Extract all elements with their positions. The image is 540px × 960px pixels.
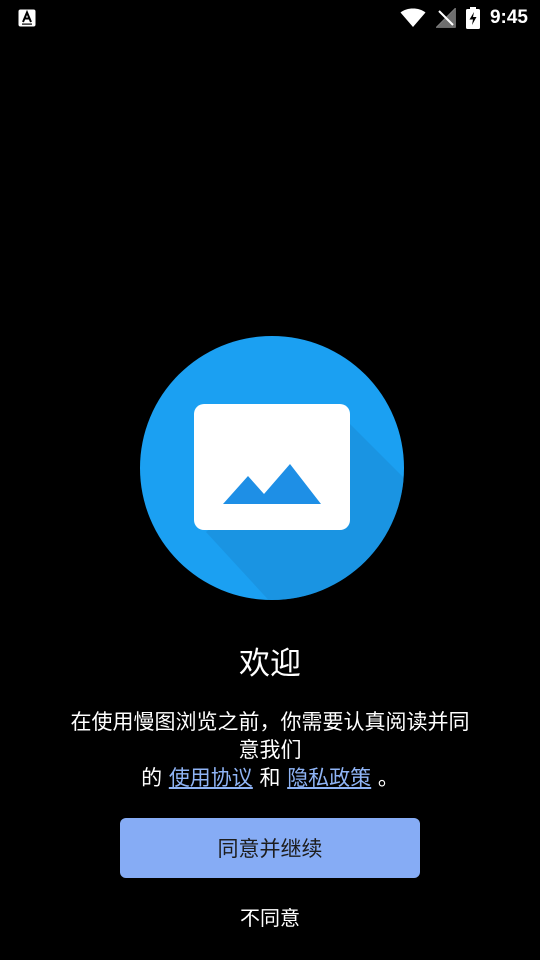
agree-continue-button[interactable]: 同意并继续 bbox=[120, 818, 420, 878]
status-time: 9:45 bbox=[489, 7, 528, 28]
disagree-button[interactable]: 不同意 bbox=[170, 896, 370, 936]
gallery-app-logo-icon bbox=[140, 336, 404, 600]
battery-charging-icon bbox=[465, 7, 480, 29]
welcome-title: 欢迎 bbox=[239, 646, 301, 682]
consent-suffix: 。 bbox=[377, 766, 399, 790]
wifi-icon bbox=[400, 8, 426, 28]
consent-message: 在使用慢图浏览之前，你需要认真阅读并同意我们 的 使用协议 和 隐私政策 。 bbox=[70, 708, 470, 792]
consent-message-text: 在使用慢图浏览之前，你需要认真阅读并同意我们 bbox=[70, 710, 470, 762]
agree-continue-label: 同意并继续 bbox=[217, 837, 323, 861]
status-bar: 9:45 bbox=[0, 0, 540, 36]
privacy-policy-link[interactable]: 隐私政策 bbox=[287, 766, 371, 790]
disagree-label: 不同意 bbox=[240, 905, 300, 930]
terms-of-use-link[interactable]: 使用协议 bbox=[169, 766, 253, 790]
status-icons: 9:45 bbox=[400, 0, 528, 36]
welcome-screen: 9:45 欢迎 在使用慢图浏览之前，你需要认真阅读并同意我们 的 使用协议 和 … bbox=[0, 0, 540, 960]
no-signal-icon bbox=[435, 8, 456, 28]
consent-conjunction: 和 bbox=[259, 766, 281, 790]
accessibility-font-icon bbox=[18, 9, 36, 27]
consent-message-links-line: 的 使用协议 和 隐私政策 。 bbox=[70, 764, 470, 792]
consent-prefix: 的 bbox=[141, 766, 163, 790]
